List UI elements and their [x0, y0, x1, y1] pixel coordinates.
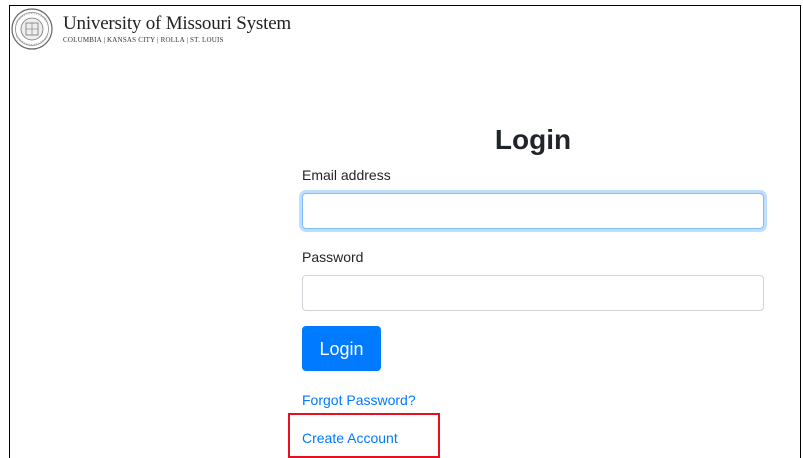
login-button[interactable]: Login	[302, 326, 381, 371]
site-header: University of Missouri System COLUMBIA |…	[11, 8, 291, 64]
brand-title: University of Missouri System	[63, 13, 292, 34]
password-label: Password	[302, 249, 364, 265]
university-seal-icon	[11, 8, 53, 50]
page-frame	[9, 5, 801, 458]
brand-block: University of Missouri System COLUMBIA |…	[63, 14, 291, 45]
brand-subtitle: COLUMBIA | KANSAS CITY | ROLLA | ST. LOU…	[63, 36, 224, 44]
highlight-box	[288, 413, 440, 458]
forgot-password-link[interactable]: Forgot Password?	[302, 392, 416, 408]
page-title: Login	[494, 124, 572, 155]
email-label: Email address	[302, 167, 391, 183]
password-field[interactable]	[302, 275, 764, 311]
email-field[interactable]	[302, 193, 764, 229]
